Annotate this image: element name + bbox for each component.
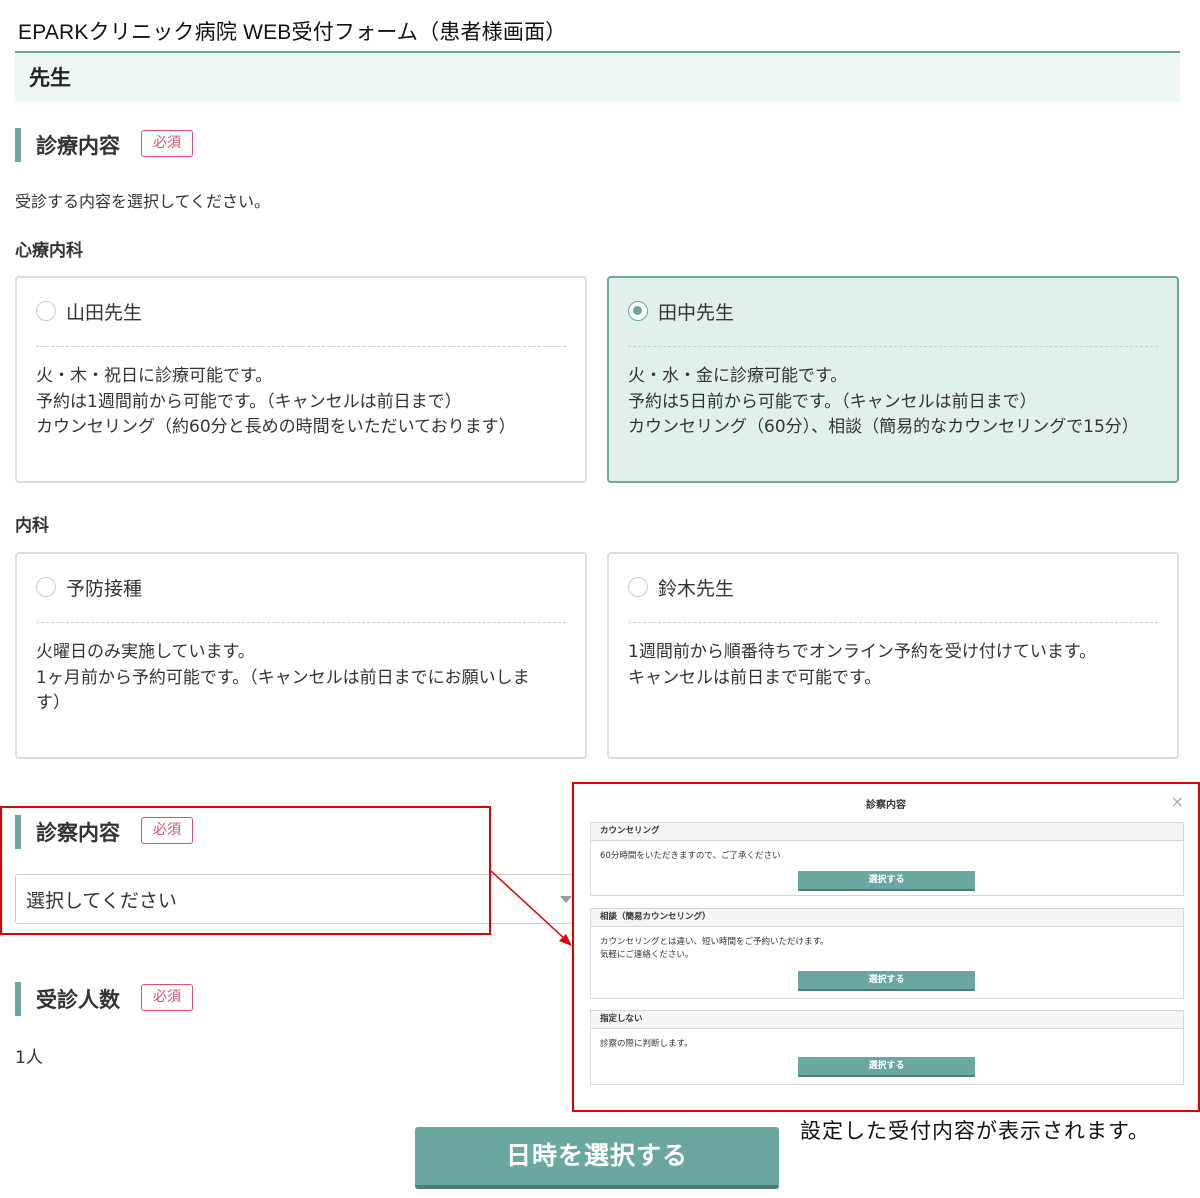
description-line: 気軽にご連絡ください。 xyxy=(600,950,694,960)
option-heading: 相談（簡易カウンセリング） xyxy=(591,909,1183,927)
option-heading: 指定しない xyxy=(591,1011,1183,1029)
option-description: 60分時間をいただきますので、ご了承ください xyxy=(600,850,780,863)
modal-option-none: 指定しない 診察の際に判断します。 選択する xyxy=(590,1010,1184,1085)
select-option-button[interactable]: 選択する xyxy=(798,1057,975,1077)
exam-content-modal: 診察内容 × カウンセリング 60分時間をいただきますので、ご了承ください 選択… xyxy=(572,782,1200,1112)
description-line: カウンセリングとは違い、短い時間をご予約いただけます。 xyxy=(600,937,829,947)
select-option-button[interactable]: 選択する xyxy=(798,871,975,891)
option-description: 診察の際に判断します。 xyxy=(600,1038,693,1051)
modal-option-consultation: 相談（簡易カウンセリング） カウンセリングとは違い、短い時間をご予約いただけます… xyxy=(590,908,1184,999)
description-line: 60分時間をいただきますので、ご了承ください xyxy=(600,851,781,861)
option-heading: カウンセリング xyxy=(591,823,1183,841)
close-icon[interactable]: × xyxy=(1171,792,1184,811)
select-datetime-button[interactable]: 日時を選択する xyxy=(415,1127,779,1189)
select-option-button[interactable]: 選択する xyxy=(798,971,975,991)
modal-title: 診察内容 xyxy=(866,800,906,811)
modal-option-counseling: カウンセリング 60分時間をいただきますので、ご了承ください 選択する xyxy=(590,822,1184,896)
option-description: カウンセリングとは違い、短い時間をご予約いただけます。 気軽にご連絡ください。 xyxy=(600,936,829,962)
description-line: 診察の際に判断します。 xyxy=(600,1039,693,1049)
annotation-note: 設定した受付内容が表示されます。 xyxy=(800,1119,1150,1143)
